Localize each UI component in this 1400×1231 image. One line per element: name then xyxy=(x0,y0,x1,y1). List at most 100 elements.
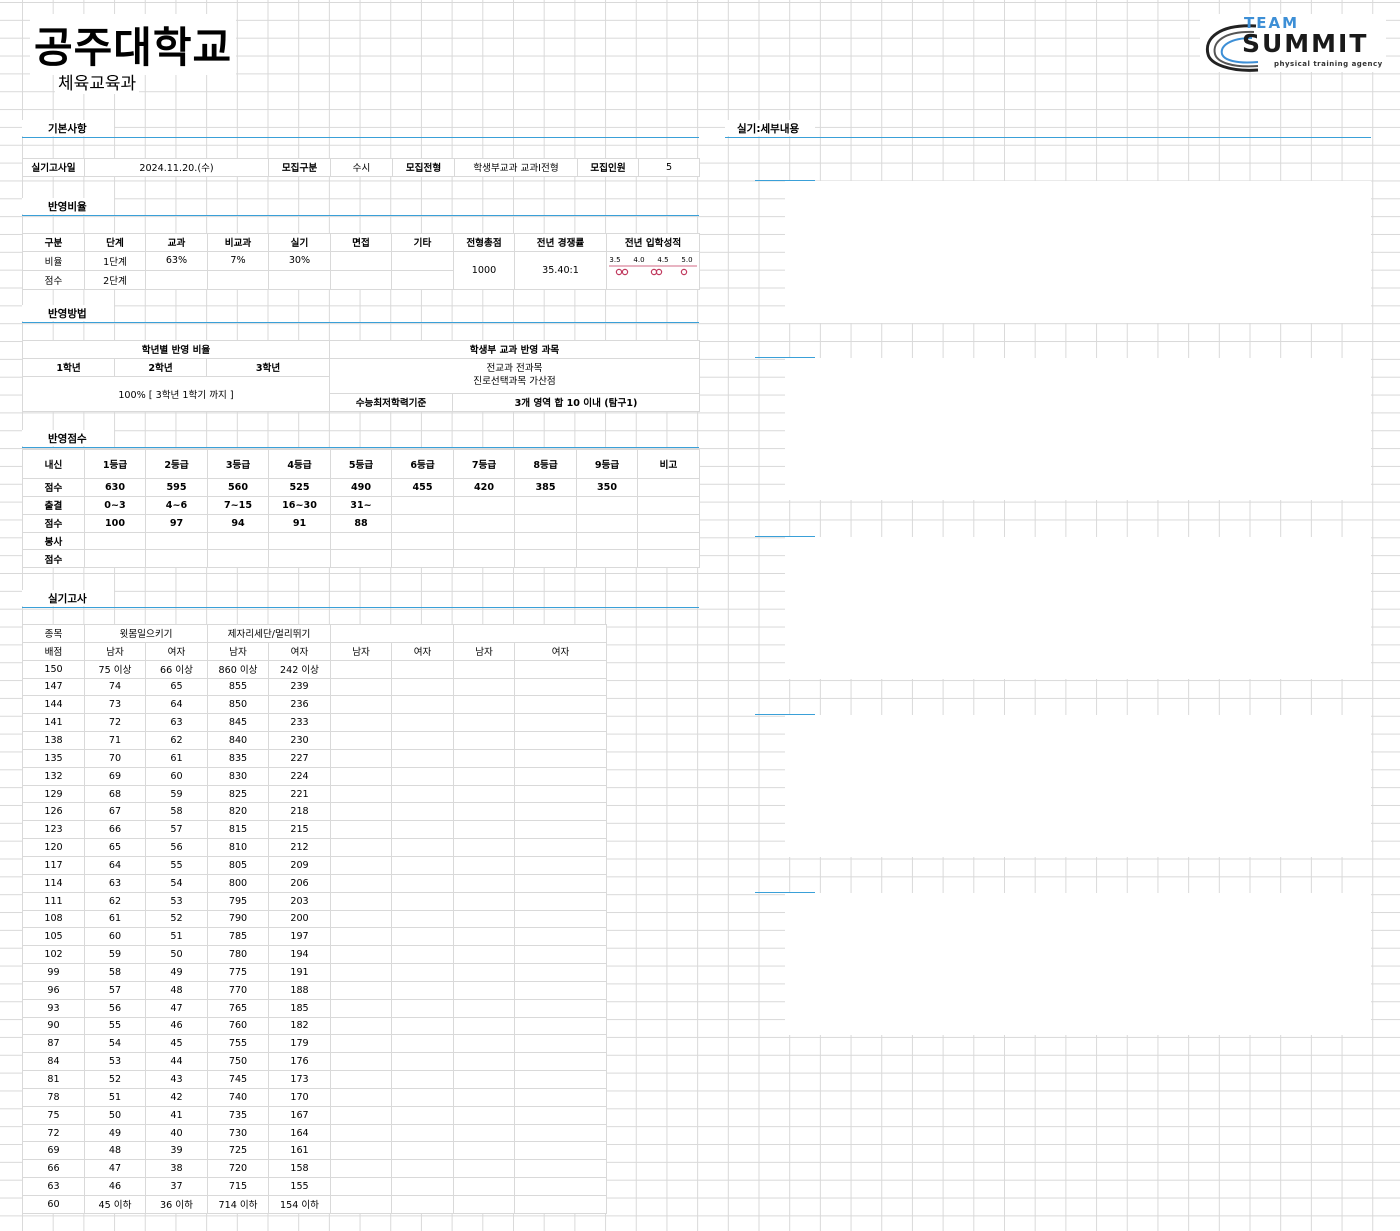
record-cell: 715 xyxy=(207,1177,269,1196)
record-cell: 55 xyxy=(84,1016,146,1036)
score-cell: 96 xyxy=(22,980,85,1000)
grade-header: 2등급 xyxy=(145,449,208,479)
record-cell: 775 xyxy=(207,963,269,982)
record-cell: 41 xyxy=(145,1105,208,1125)
record-cell: 43 xyxy=(145,1070,208,1089)
record-cell: 46 xyxy=(145,1016,208,1036)
record-cell: 800 xyxy=(207,873,269,893)
record-cell: 164 xyxy=(267,1123,332,1143)
table-row: 138 71 62 840 230 xyxy=(22,731,608,750)
table-row: 84 53 44 750 176 xyxy=(22,1052,608,1072)
record-cell: 67 xyxy=(84,802,146,822)
record-cell: 65 xyxy=(84,838,146,857)
record-cell: 60 xyxy=(145,766,208,786)
detail-panel xyxy=(785,181,1371,323)
table-row: 90 55 46 760 182 xyxy=(22,1016,608,1036)
score-cell: 102 xyxy=(22,945,85,965)
record-cell: 155 xyxy=(267,1177,332,1196)
record-cell: 191 xyxy=(267,963,332,982)
table-row: 129 68 59 825 221 xyxy=(22,784,608,804)
grade-marker xyxy=(615,268,623,276)
grade-label: 2학년 xyxy=(114,357,207,377)
school-title: 공주대학교 xyxy=(30,14,237,75)
ratio-competition: 35.40:1 xyxy=(514,250,607,290)
grade-header: 5등급 xyxy=(330,449,392,479)
grade-header: 9등급 xyxy=(576,449,638,479)
score-row-label: 봉사 xyxy=(22,531,85,551)
male-header: 남자 xyxy=(453,641,516,661)
score-cell: 111 xyxy=(22,891,85,911)
record-cell: 40 xyxy=(145,1123,208,1143)
record-cell: 154 이하 xyxy=(267,1195,332,1214)
record-cell: 55 xyxy=(145,855,208,875)
attendance-point: 88 xyxy=(330,513,392,533)
record-cell: 179 xyxy=(267,1034,332,1054)
table-row: 99 58 49 775 191 xyxy=(22,963,608,982)
female-header: 여자 xyxy=(145,641,208,661)
record-cell: 815 xyxy=(207,820,269,840)
event-label: 종목 xyxy=(22,624,85,643)
event-name: 윗몸일으키기 xyxy=(84,624,208,643)
logo-summit-text: SUMMIT xyxy=(1242,29,1369,58)
attendance-point: 91 xyxy=(268,513,331,533)
grade-header: 4등급 xyxy=(268,449,331,479)
section-divider xyxy=(22,137,699,138)
record-cell: 50 xyxy=(84,1105,146,1125)
score-row-label: 점수 xyxy=(22,478,85,497)
record-cell: 170 xyxy=(267,1087,332,1107)
table-row: 117 64 55 805 209 xyxy=(22,855,608,875)
record-cell: 63 xyxy=(84,873,146,893)
grade-header: 1등급 xyxy=(84,449,146,479)
grade-header: 3등급 xyxy=(207,449,269,479)
record-cell: 49 xyxy=(84,1123,146,1143)
ratio-header: 전년 입학성적 xyxy=(606,233,700,252)
record-cell: 64 xyxy=(84,855,146,875)
record-cell: 227 xyxy=(267,748,332,768)
score-row-label: 점수 xyxy=(22,513,85,533)
score-cell: 138 xyxy=(22,731,85,750)
record-cell: 48 xyxy=(84,1141,146,1161)
record-cell: 65 xyxy=(145,677,208,697)
ratio-header: 비교과 xyxy=(207,233,269,252)
table-row: 132 69 60 830 224 xyxy=(22,766,608,786)
record-cell: 850 xyxy=(207,695,269,715)
ratio-row-label: 비율 xyxy=(22,250,85,271)
grade-point: 490 xyxy=(330,478,392,497)
grade-ratio-value: 100% [ 3학년 1학기 까지 ] xyxy=(22,375,330,412)
record-cell: 790 xyxy=(207,909,269,929)
record-cell: 855 xyxy=(207,677,269,697)
table-row: 135 70 61 835 227 xyxy=(22,748,608,768)
ratio-table: 구분 단계 교과 비교과 실기 면접 기타 전형총점 전년 경쟁률 전년 입학성… xyxy=(22,233,700,290)
ratio-subject: 63% xyxy=(145,250,208,271)
score-cell: 120 xyxy=(22,838,85,857)
record-cell: 218 xyxy=(267,802,332,822)
team-summit-logo: TEAM SUMMIT physical training agency xyxy=(1200,14,1386,72)
record-cell: 242 이상 xyxy=(267,659,332,679)
score-cell: 60 xyxy=(22,1195,85,1214)
table-row: 78 51 42 740 170 xyxy=(22,1087,608,1107)
score-cell: 93 xyxy=(22,998,85,1018)
table-row: 144 73 64 850 236 xyxy=(22,695,608,715)
record-cell: 66 xyxy=(84,820,146,840)
score-cell: 90 xyxy=(22,1016,85,1036)
female-header: 여자 xyxy=(514,641,608,661)
csat-label: 수능최저학력기준 xyxy=(329,392,453,412)
table-row: 111 62 53 795 203 xyxy=(22,891,608,911)
record-cell: 182 xyxy=(267,1016,332,1036)
grade-point: 385 xyxy=(514,478,577,497)
score-cell: 150 xyxy=(22,659,85,679)
record-cell: 61 xyxy=(84,909,146,929)
record-cell: 200 xyxy=(267,909,332,929)
record-cell: 845 xyxy=(207,713,269,733)
male-header: 남자 xyxy=(84,641,146,661)
record-cell: 840 xyxy=(207,731,269,750)
score-cell: 144 xyxy=(22,695,85,715)
score-cell: 75 xyxy=(22,1105,85,1125)
record-cell: 185 xyxy=(267,998,332,1018)
section-title-basic: 기본사항 xyxy=(22,120,114,136)
table-row: 87 54 45 755 179 xyxy=(22,1034,608,1054)
record-cell: 70 xyxy=(84,748,146,768)
record-cell: 72 xyxy=(84,713,146,733)
record-cell: 785 xyxy=(207,927,269,947)
score-cell: 117 xyxy=(22,855,85,875)
